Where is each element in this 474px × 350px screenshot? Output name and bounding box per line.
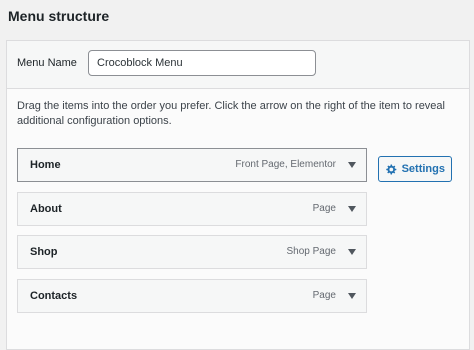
menu-item-shop[interactable]: Shop Shop Page xyxy=(17,235,367,269)
menu-item-type: Page xyxy=(312,290,336,301)
settings-label: Settings xyxy=(401,163,445,175)
section-heading: Menu structure xyxy=(8,8,110,24)
chevron-down-icon[interactable] xyxy=(348,293,356,299)
menu-item-type: Shop Page xyxy=(286,246,337,257)
menu-name-row: Menu Name xyxy=(7,41,469,89)
menu-name-label: Menu Name xyxy=(17,57,77,69)
menu-panel: Menu Name Drag the items into the order … xyxy=(6,40,470,350)
menu-item-contacts[interactable]: Contacts Page xyxy=(17,279,367,313)
menu-item-title: Home xyxy=(30,159,61,171)
menu-item-type: Front Page, Elementor xyxy=(235,159,336,170)
menu-item-home[interactable]: Home Front Page, Elementor xyxy=(17,148,367,182)
menu-item-title: Contacts xyxy=(30,290,78,302)
menu-item-title: About xyxy=(30,203,62,215)
drag-instructions: Drag the items into the order you prefer… xyxy=(17,100,445,127)
chevron-down-icon[interactable] xyxy=(348,249,356,255)
menu-item-title: Shop xyxy=(30,246,58,258)
menu-item-about[interactable]: About Page xyxy=(17,192,367,226)
chevron-down-icon[interactable] xyxy=(348,162,356,168)
chevron-down-icon[interactable] xyxy=(348,206,356,212)
gear-icon xyxy=(386,163,397,175)
menu-item-type: Page xyxy=(312,203,336,214)
settings-button[interactable]: Settings xyxy=(378,156,452,182)
menu-name-input[interactable] xyxy=(88,50,316,76)
